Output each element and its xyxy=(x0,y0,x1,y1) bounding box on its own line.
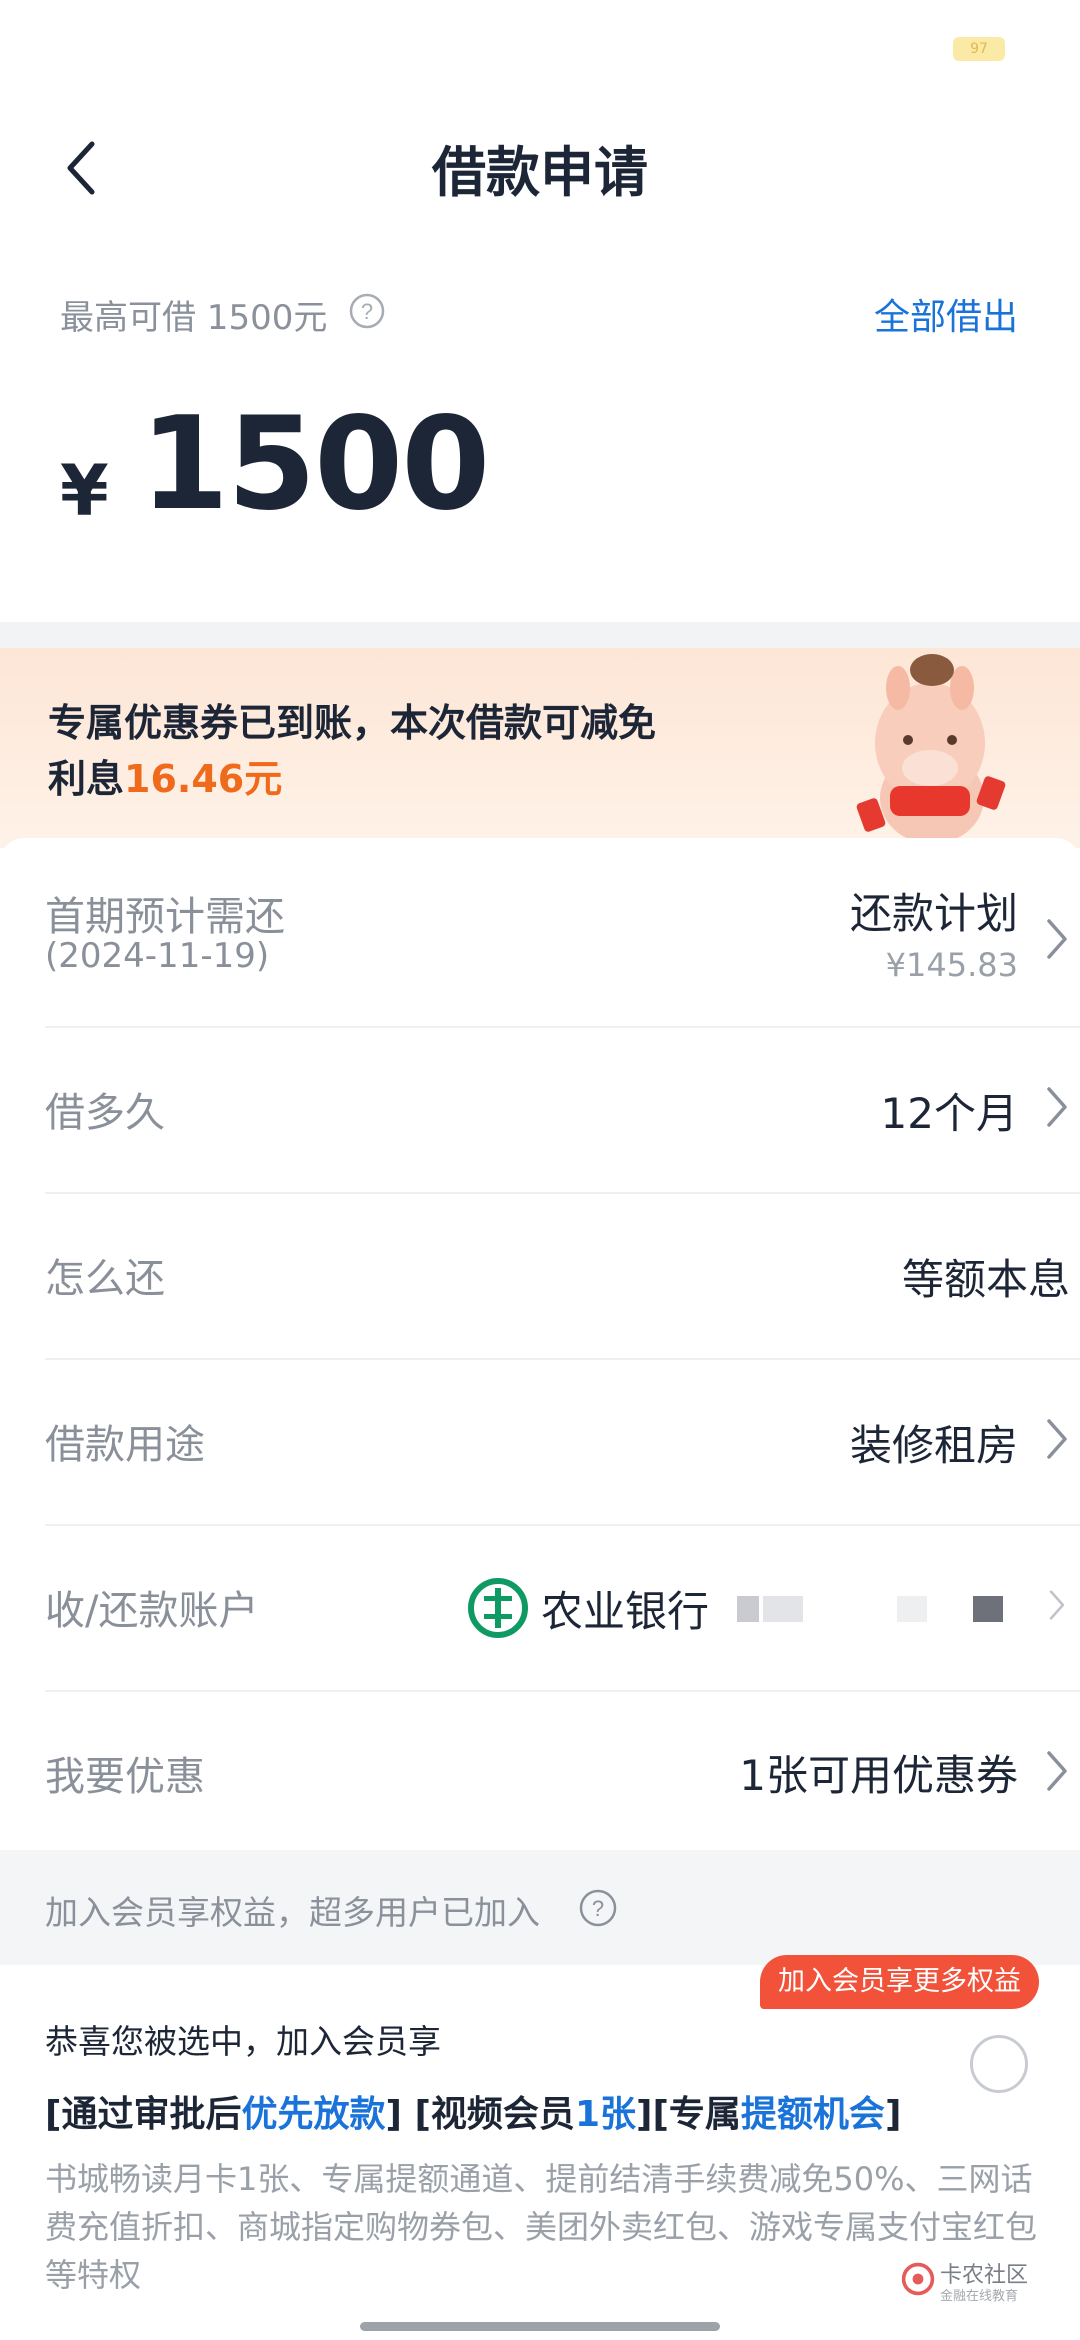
coupon-value: 1张可用优惠券 xyxy=(739,1751,1018,1800)
first-payment-amount: ¥145.83 xyxy=(885,946,1018,984)
bank-account-label: 收/还款账户 xyxy=(45,1588,259,1634)
coupon-promo-banner: 专属优惠券已到账，本次借款可减免 利息16.46元 xyxy=(0,648,1080,856)
membership-header-text: 加入会员享权益，超多用户已加入 xyxy=(45,1893,540,1932)
abc-bank-icon xyxy=(468,1578,528,1638)
membership-badge: 加入会员享更多权益 xyxy=(760,1955,1039,2009)
membership-offer[interactable]: 加入会员享更多权益 恭喜您被选中，加入会员享 [通过审批后优先放款] [视频会员… xyxy=(0,1955,1080,2340)
limit-row: 最高可借 1500元 ? 全部借出 xyxy=(0,280,1080,350)
loan-term-label: 借多久 xyxy=(45,1090,165,1136)
mascot-illustration xyxy=(856,654,1006,856)
chevron-right-icon xyxy=(1047,1087,1067,1127)
bank-name: 农业银行 xyxy=(541,1587,710,1636)
section-divider xyxy=(0,622,1080,648)
home-indicator[interactable] xyxy=(360,2322,720,2331)
repayment-method-label: 怎么还 xyxy=(45,1256,165,1302)
currency-symbol: ¥ xyxy=(60,450,109,532)
status-bar: 97 xyxy=(0,0,1080,100)
benefit-highlight: 优先放款 xyxy=(241,2094,386,2135)
membership-description: 书城畅读月卡1张、专属提额通道、提前结清手续费减免50%、三网话费充值折扣、商城… xyxy=(45,2160,1038,2294)
first-payment-label: 首期预计需还 xyxy=(45,894,285,940)
benefit-text: [通过审批后 xyxy=(45,2094,242,2135)
chevron-right-icon xyxy=(1047,919,1067,959)
membership-header: 加入会员享权益，超多用户已加入 ? xyxy=(0,1850,1080,1965)
repayment-method-value: 等额本息 xyxy=(901,1255,1070,1304)
benefit-highlight: 1张 xyxy=(574,2094,636,2135)
benefit-text: ][专属 xyxy=(636,2094,741,2135)
promo-interest-amount: 16.46元 xyxy=(124,757,283,801)
loan-purpose-row[interactable]: 借款用途 装修租房 xyxy=(45,1360,1080,1526)
promo-prefix: 利息 xyxy=(48,757,125,801)
repayment-plan-link[interactable]: 还款计划 xyxy=(850,880,1018,941)
benefit-text: ] [视频会员 xyxy=(385,2094,575,2135)
loan-amount[interactable]: 1500 xyxy=(140,390,490,539)
svg-text:?: ? xyxy=(361,299,373,324)
first-payment-row[interactable]: 首期预计需还 (2024-11-19) 还款计划 ¥145.83 xyxy=(45,838,1080,1028)
promo-text-line2: 利息16.46元 xyxy=(48,748,282,803)
chevron-right-icon xyxy=(1049,1590,1065,1620)
watermark-logo-icon xyxy=(901,2262,935,2296)
promo-text-line1: 专属优惠券已到账，本次借款可减免 xyxy=(48,701,657,745)
amount-input[interactable]: ¥ 1500 xyxy=(0,390,1080,550)
chevron-right-icon xyxy=(1047,1419,1067,1459)
svg-text:?: ? xyxy=(592,1896,604,1921)
loan-details-card: 首期预计需还 (2024-11-19) 还款计划 ¥145.83 借多久 12个… xyxy=(0,838,1080,1848)
membership-radio[interactable] xyxy=(970,2035,1028,2093)
loan-term-value: 12个月 xyxy=(880,1089,1018,1138)
membership-benefits: [通过审批后优先放款] [视频会员1张][专属提额机会] xyxy=(45,2085,901,2137)
watermark: 卡农社区 金融在线教育 xyxy=(900,2255,1030,2307)
coupon-label: 我要优惠 xyxy=(45,1754,205,1800)
page-title: 借款申请 xyxy=(432,141,648,204)
chevron-right-icon xyxy=(1047,1751,1067,1791)
masked-account-number xyxy=(737,1592,1067,1626)
max-limit-text: 最高可借 1500元 xyxy=(60,298,328,338)
loan-purpose-value: 装修租房 xyxy=(849,1421,1018,1470)
watermark-subtext: 金融在线教育 xyxy=(940,2289,1019,2304)
membership-title: 恭喜您被选中，加入会员享 xyxy=(45,2022,441,2061)
question-icon[interactable]: ? xyxy=(348,292,386,330)
bank-account-row[interactable]: 收/还款账户 农业银行 xyxy=(45,1526,1080,1692)
loan-purpose-label: 借款用途 xyxy=(45,1422,205,1468)
question-icon[interactable]: ? xyxy=(578,1888,618,1928)
nav-bar: 借款申请 xyxy=(0,100,1080,230)
battery-indicator: 97 xyxy=(953,37,1005,61)
benefit-text: ] xyxy=(884,2094,902,2135)
first-payment-date: (2024-11-19) xyxy=(45,936,270,976)
benefit-highlight: 提额机会 xyxy=(740,2094,885,2135)
repayment-method-row: 怎么还 等额本息 xyxy=(45,1194,1080,1360)
borrow-all-button[interactable]: 全部借出 xyxy=(874,288,1018,340)
coupon-row[interactable]: 我要优惠 1张可用优惠券 xyxy=(45,1692,1080,1848)
loan-term-row[interactable]: 借多久 12个月 xyxy=(45,1028,1080,1194)
